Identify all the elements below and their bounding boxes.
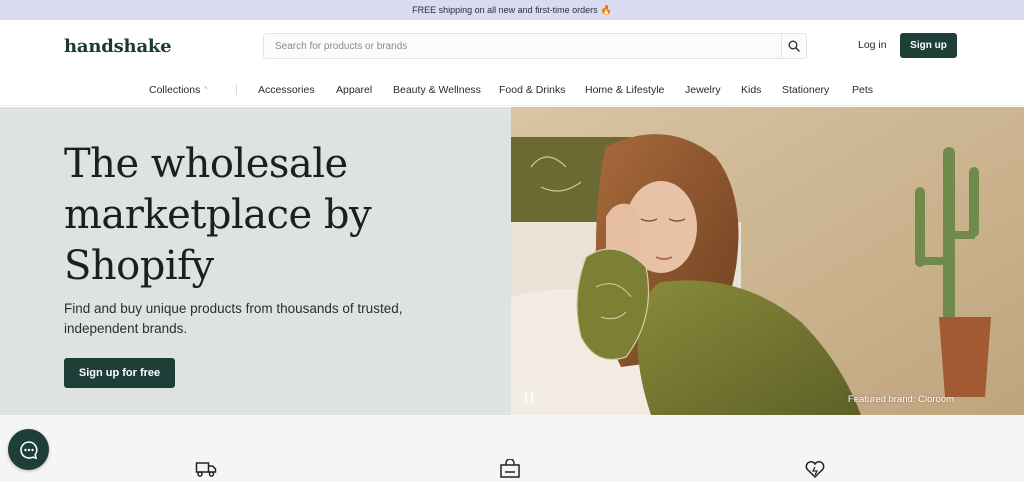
nav-item-beauty-wellness[interactable]: Beauty & Wellness xyxy=(393,84,481,96)
nav-collections[interactable]: Collections ◝ xyxy=(149,84,207,96)
nav-item-jewelry[interactable]: Jewelry xyxy=(685,84,721,96)
heart-icon xyxy=(805,461,825,479)
hero-panel: The wholesale marketplace by Shopify Fin… xyxy=(0,107,511,415)
hero-photo-illustration xyxy=(511,107,1024,415)
category-nav: Collections ◝ Accessories Apparel Beauty … xyxy=(0,72,1024,106)
features-strip xyxy=(0,415,1024,482)
promo-bar: FREE shipping on all new and first-time … xyxy=(0,0,1024,20)
flame-icon: 🔥 xyxy=(600,4,612,15)
search-button[interactable] xyxy=(781,34,806,58)
chat-icon xyxy=(19,440,37,459)
nav-item-home-lifestyle[interactable]: Home & Lifestyle xyxy=(585,84,664,96)
logo[interactable]: handshake xyxy=(64,36,172,57)
search-bar xyxy=(263,33,807,59)
bag-icon xyxy=(500,459,520,478)
nav-divider xyxy=(236,85,237,95)
search-input[interactable] xyxy=(264,34,781,58)
nav-item-kids[interactable]: Kids xyxy=(741,84,761,96)
nav-collections-label: Collections xyxy=(149,84,201,96)
hero-subtitle: Find and buy unique products from thousa… xyxy=(64,301,403,336)
nav-item-pets[interactable]: Pets xyxy=(852,84,873,96)
pause-icon xyxy=(525,391,527,403)
nav-item-food-drinks[interactable]: Food & Drinks xyxy=(499,84,566,96)
search-icon xyxy=(788,40,800,52)
login-link[interactable]: Log in xyxy=(858,39,887,51)
hero: The wholesale marketplace by Shopify Fin… xyxy=(0,107,1024,415)
nav-item-accessories[interactable]: Accessories xyxy=(258,84,315,96)
chevron-down-icon: ◝ xyxy=(204,86,208,93)
chat-button[interactable] xyxy=(8,429,49,470)
header: handshake Log in Sign up xyxy=(0,20,1024,72)
featured-brand-caption: Featured brand: Cloroom xyxy=(847,394,954,405)
nav-item-stationery[interactable]: Stationery xyxy=(782,84,829,96)
nav-item-apparel[interactable]: Apparel xyxy=(336,84,372,96)
promo-text: FREE shipping on all new and first-time … xyxy=(412,5,598,15)
hero-title: The wholesale marketplace by Shopify xyxy=(64,141,372,289)
signup-button[interactable]: Sign up xyxy=(900,33,957,58)
hero-image: Featured brand: Cloroom xyxy=(511,107,1024,415)
truck-icon xyxy=(195,462,217,477)
pause-button[interactable] xyxy=(524,391,534,403)
signup-free-button[interactable]: Sign up for free xyxy=(64,358,175,388)
